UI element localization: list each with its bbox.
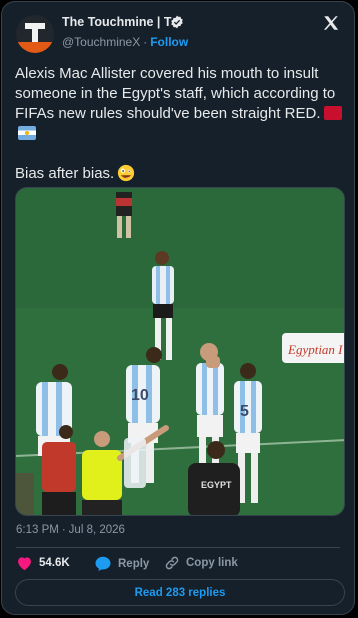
banner-text: Egyptian I <box>287 342 343 357</box>
like-count: 54.6K <box>39 557 70 569</box>
argentina-flag-icon <box>18 126 36 140</box>
tweet-media-image[interactable]: Egyptian I 5 10 EGYPT <box>15 187 345 516</box>
heart-icon <box>18 557 31 571</box>
zany-face-emoji <box>118 164 135 182</box>
avatar[interactable] <box>16 15 54 53</box>
reply-label: Reply <box>118 557 150 570</box>
copy-link-label: Copy link <box>186 557 238 569</box>
link-icon <box>165 556 179 570</box>
copy-link-button[interactable]: Copy link <box>164 555 238 571</box>
jersey-text: EGYPT <box>201 480 232 490</box>
divider <box>16 547 340 548</box>
tweet-paragraph: Bias after bias. <box>15 164 345 184</box>
author-handle[interactable]: @TouchmineX <box>62 35 140 49</box>
tweet-paragraph: Alexis Mac Allister covered his mouth to… <box>15 64 345 144</box>
avatar-accent-bar <box>16 42 54 53</box>
timestamp[interactable]: 6:13 PM · Jul 8, 2026 <box>16 524 125 536</box>
handle-row: @TouchmineX · Follow <box>62 35 188 49</box>
svg-text:10: 10 <box>131 387 149 404</box>
svg-text:5: 5 <box>240 403 249 420</box>
read-replies-button[interactable]: Read 283 replies <box>15 579 345 606</box>
tweet-text: Alexis Mac Allister covered his mouth to… <box>15 64 345 184</box>
follow-button[interactable]: Follow <box>150 35 188 49</box>
separator-dot: · <box>143 35 148 49</box>
reply-bubble-icon <box>95 556 111 571</box>
reply-button[interactable]: Reply <box>94 555 149 572</box>
tweet-card: The Touchmine | T @TouchmineX · Follow Ale… <box>1 1 355 615</box>
football-match-scene: Egyptian I 5 10 EGYPT <box>16 188 344 515</box>
author-name[interactable]: The Touchmine | T <box>62 15 172 29</box>
egypt-flag-icon <box>323 106 342 120</box>
x-logo-icon[interactable] <box>322 14 340 32</box>
verified-badge-icon <box>171 15 183 29</box>
tweet-second-text: Bias after bias. <box>15 165 115 182</box>
tweet-main-text: Alexis Mac Allister covered his mouth to… <box>15 65 336 122</box>
separator-dot: · <box>61 524 66 536</box>
tweet-date: Jul 8, 2026 <box>68 524 125 536</box>
tweet-time: 6:13 PM <box>16 524 59 536</box>
like-button[interactable]: 54.6K <box>16 555 70 571</box>
